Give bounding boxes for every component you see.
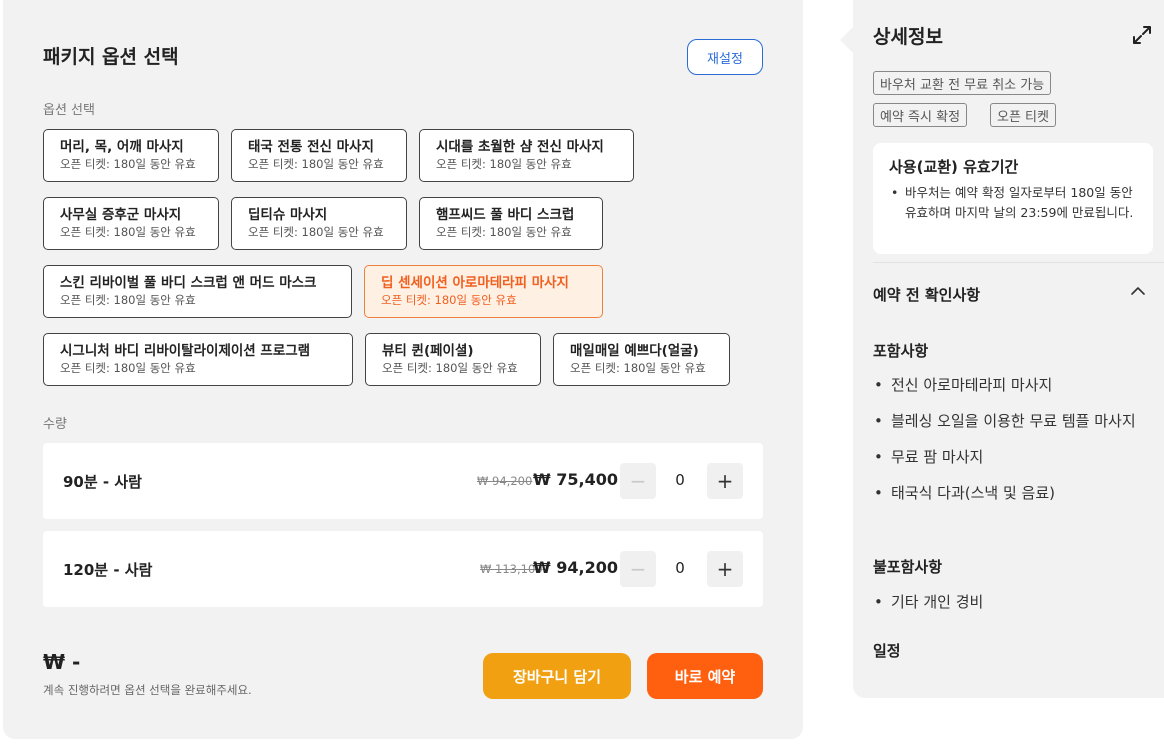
validity-list: 바우처는 예약 확정 일자로부터 180일 동안 유효하며 마지막 날의 23:… xyxy=(889,183,1139,223)
option-validity: 오픈 티켓: 180일 동안 유효 xyxy=(60,157,196,171)
quantity-label: 수량 xyxy=(43,417,67,432)
option-name: 뷰티 퀸(페이셜) xyxy=(382,343,474,359)
quantity-value: 0 xyxy=(675,559,685,577)
list-item: 기타 개인 경비 xyxy=(873,590,1148,614)
tag-open-ticket: 오픈 티켓 xyxy=(990,103,1056,127)
options-label: 옵션 선택 xyxy=(43,103,95,118)
option-name: 태국 전통 전신 마사지 xyxy=(248,139,374,155)
schedule-title: 일정 xyxy=(873,642,901,660)
chevron-up-icon[interactable] xyxy=(1130,283,1146,299)
excluded-title: 불포함사항 xyxy=(873,558,943,576)
option-skin-revival[interactable]: 스킨 리바이벌 풀 바디 스크럽 앤 머드 마스크 오픈 티켓: 180일 동안… xyxy=(43,265,352,318)
option-head-neck-shoulder[interactable]: 머리, 목, 어깨 마사지 오픈 티켓: 180일 동안 유효 xyxy=(43,129,219,182)
option-validity: 오픈 티켓: 180일 동안 유효 xyxy=(382,361,518,375)
list-item: 전신 아로마테라피 마사지 xyxy=(873,373,1148,397)
option-name: 딥 센세이션 아로마테라피 마사지 xyxy=(381,275,569,291)
quantity-value: 0 xyxy=(675,471,685,489)
list-item: 태국식 다과(스낵 및 음료) xyxy=(873,481,1148,505)
option-signature-revitalization[interactable]: 시그니처 바디 리바이탈라이제이션 프로그램 오픈 티켓: 180일 동안 유효 xyxy=(43,333,353,386)
option-name: 사무실 증후군 마사지 xyxy=(60,207,182,223)
divider xyxy=(873,262,1164,263)
panel-pointer xyxy=(840,26,854,54)
sale-price: ₩ 75,400 xyxy=(533,470,618,489)
option-hempseed-scrub[interactable]: 햄프씨드 풀 바디 스크럽 오픈 티켓: 180일 동안 유효 xyxy=(419,197,603,250)
original-price: ₩ 94,200 xyxy=(477,474,533,488)
tag-instant-confirm: 예약 즉시 확정 xyxy=(873,103,968,127)
option-name: 햄프씨드 풀 바디 스크럽 xyxy=(436,207,575,223)
option-validity: 오픈 티켓: 180일 동안 유효 xyxy=(248,225,384,239)
included-title: 포함사항 xyxy=(873,342,929,360)
option-deep-sensation-aromatherapy[interactable]: 딥 센세이션 아로마테라피 마사지 오픈 티켓: 180일 동안 유효 xyxy=(364,265,603,318)
quantity-row-120: 120분 - 사람 ₩ 113,100 ₩ 94,200 − 0 + xyxy=(43,531,763,607)
excluded-list: 기타 개인 경비 xyxy=(873,590,1148,626)
book-now-button[interactable]: 바로 예약 xyxy=(647,653,763,699)
option-name: 매일매일 예쁘다(얼굴) xyxy=(570,343,699,359)
tag-free-cancel: 바우처 교환 전 무료 취소 가능 xyxy=(873,71,1052,95)
option-office-syndrome[interactable]: 사무실 증후군 마사지 오픈 티켓: 180일 동안 유효 xyxy=(43,197,219,250)
list-item: 무료 팜 마사지 xyxy=(873,445,1148,469)
quantity-item-label: 120분 - 사람 xyxy=(63,561,153,579)
page-title: 패키지 옵션 선택 xyxy=(43,46,179,68)
option-name: 시그니처 바디 리바이탈라이제이션 프로그램 xyxy=(60,343,311,359)
option-validity: 오픈 티켓: 180일 동안 유효 xyxy=(436,157,572,171)
list-item: 블레싱 오일을 이용한 무료 템플 마사지 xyxy=(873,409,1148,433)
option-everyday-pretty-face[interactable]: 매일매일 예쁘다(얼굴) 오픈 티켓: 180일 동안 유효 xyxy=(553,333,730,386)
completion-hint: 계속 진행하려면 옵션 선택을 완료해주세요. xyxy=(43,683,252,697)
option-name: 딥티슈 마사지 xyxy=(248,207,328,223)
package-option-panel: 패키지 옵션 선택 재설정 옵션 선택 머리, 목, 어깨 마사지 오픈 티켓:… xyxy=(3,0,803,739)
option-thai-traditional[interactable]: 태국 전통 전신 마사지 오픈 티켓: 180일 동안 유효 xyxy=(231,129,407,182)
option-validity: 오픈 티켓: 180일 동안 유효 xyxy=(60,361,196,375)
add-to-cart-button[interactable]: 장바구니 담기 xyxy=(483,653,631,699)
option-deep-tissue[interactable]: 딥티슈 마사지 오픈 티켓: 180일 동안 유효 xyxy=(231,197,407,250)
quantity-row-90: 90분 - 사람 ₩ 94,200 ₩ 75,400 − 0 + xyxy=(43,443,763,519)
validity-item: 바우처는 예약 확정 일자로부터 180일 동안 유효하며 마지막 날의 23:… xyxy=(889,183,1139,223)
option-validity: 오픈 티켓: 180일 동안 유효 xyxy=(248,157,384,171)
reset-button[interactable]: 재설정 xyxy=(687,39,763,75)
validity-card: 사용(교환) 유효기간 바우처는 예약 확정 일자로부터 180일 동안 유효하… xyxy=(873,143,1153,254)
sale-price: ₩ 94,200 xyxy=(533,558,618,577)
quantity-item-label: 90분 - 사람 xyxy=(63,473,142,491)
option-name: 스킨 리바이벌 풀 바디 스크럽 앤 머드 마스크 xyxy=(60,275,317,291)
option-validity: 오픈 티켓: 180일 동안 유효 xyxy=(60,225,196,239)
decrement-button[interactable]: − xyxy=(620,463,656,499)
option-validity: 오픈 티켓: 180일 동안 유효 xyxy=(570,361,706,375)
option-validity: 오픈 티켓: 180일 동안 유효 xyxy=(436,225,572,239)
accordion-title[interactable]: 예약 전 확인사항 xyxy=(873,284,980,305)
increment-button[interactable]: + xyxy=(707,551,743,587)
option-name: 머리, 목, 어깨 마사지 xyxy=(60,139,184,155)
option-validity: 오픈 티켓: 180일 동안 유효 xyxy=(381,293,517,307)
decrement-button[interactable]: − xyxy=(620,551,656,587)
option-validity: 오픈 티켓: 180일 동안 유효 xyxy=(60,293,196,307)
increment-button[interactable]: + xyxy=(707,463,743,499)
total-price: ₩ - xyxy=(43,650,81,674)
details-title: 상세정보 xyxy=(873,26,943,48)
option-timeless-siam[interactable]: 시대를 초월한 샴 전신 마사지 오픈 티켓: 180일 동안 유효 xyxy=(419,129,634,182)
option-name: 시대를 초월한 샴 전신 마사지 xyxy=(436,139,604,155)
validity-title: 사용(교환) 유효기간 xyxy=(889,158,1019,176)
option-beauty-queen-facial[interactable]: 뷰티 퀸(페이셜) 오픈 티켓: 180일 동안 유효 xyxy=(365,333,541,386)
details-panel: 상세정보 바우처 교환 전 무료 취소 가능 예약 즉시 확정 오픈 티켓 사용… xyxy=(853,0,1164,698)
included-list: 전신 아로마테라피 마사지 블레싱 오일을 이용한 무료 템플 마사지 무료 팜… xyxy=(873,373,1148,517)
expand-icon[interactable] xyxy=(1131,24,1153,46)
